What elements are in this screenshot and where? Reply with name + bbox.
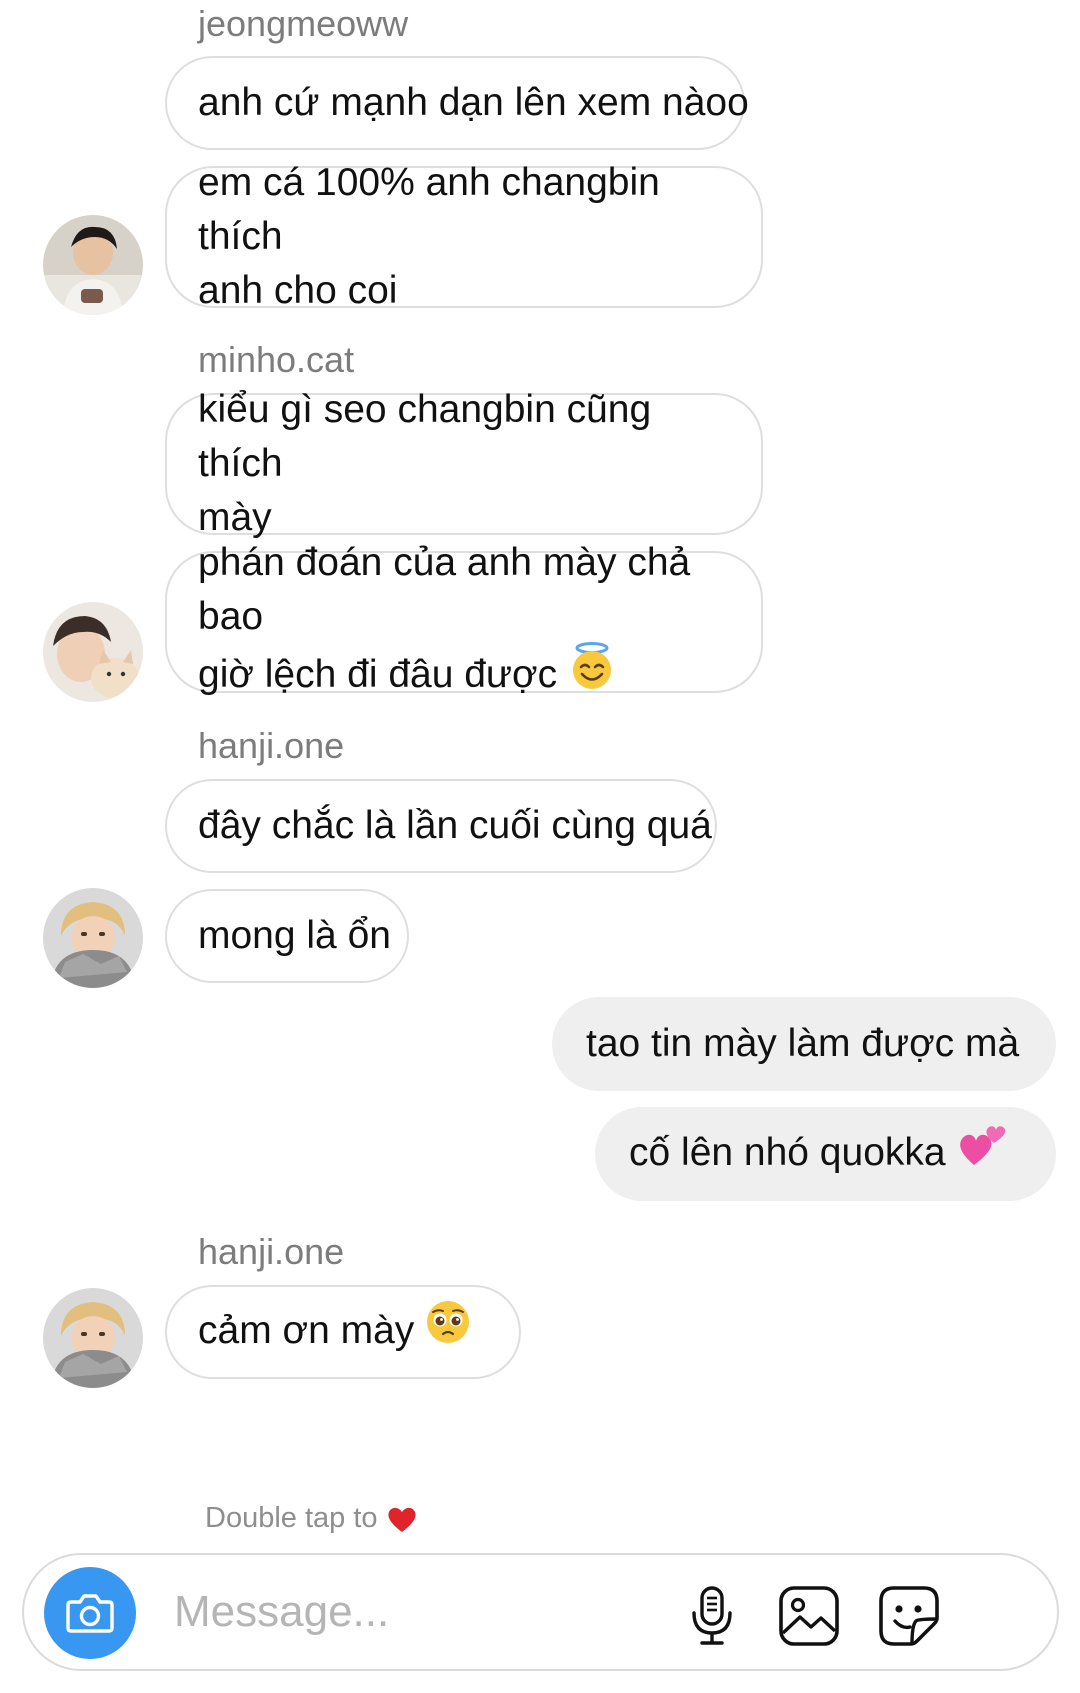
avatar[interactable]	[43, 215, 143, 315]
message-text: em cá 100% anh changbin thích anh cho co…	[198, 161, 660, 312]
message-bubble[interactable]: phán đoán của anh mày chả bao giờ lệch đ…	[165, 541, 763, 695]
sticker-icon	[879, 1586, 939, 1646]
message-bubble[interactable]: cảm ơn mày	[165, 1285, 521, 1379]
message-text: anh cứ mạnh dạn lên xem nàoo	[198, 81, 749, 124]
voice-message-button[interactable]	[679, 1583, 745, 1649]
red-heart-icon	[386, 1504, 418, 1534]
two-hearts-icon	[956, 1119, 1008, 1184]
pleading-face-icon	[424, 1298, 472, 1361]
double-tap-hint: Double tap to	[205, 1502, 418, 1535]
gallery-button[interactable]	[776, 1583, 842, 1649]
message-text: mong là ổn	[198, 914, 391, 957]
message-text: cố lên nhó quokka	[629, 1122, 1008, 1187]
message-bubble[interactable]: anh cứ mạnh dạn lên xem nàoo	[165, 56, 749, 150]
message-bubble-outgoing[interactable]: tao tin mày làm được mà	[552, 997, 1056, 1091]
message-input[interactable]	[174, 1581, 694, 1643]
camera-button[interactable]	[44, 1567, 136, 1659]
microphone-icon	[692, 1586, 732, 1645]
sender-username: jeongmeoww	[198, 3, 409, 44]
message-text: cảm ơn mày	[198, 1298, 472, 1364]
camera-icon	[66, 1594, 114, 1633]
message-bubble-outgoing[interactable]: cố lên nhó quokka	[595, 1107, 1056, 1201]
image-icon	[779, 1586, 839, 1646]
sender-username: hanji.one	[198, 725, 345, 766]
message-text: kiểu gì seo changbin cũng thích mày	[198, 388, 652, 539]
sticker-button[interactable]	[876, 1583, 942, 1649]
message-text: đây chắc là lần cuối cùng quá	[198, 804, 712, 847]
avatar[interactable]	[43, 888, 143, 988]
double-tap-hint-text: Double tap to	[205, 1502, 378, 1534]
avatar[interactable]	[43, 1288, 143, 1388]
message-bubble[interactable]: đây chắc là lần cuối cùng quá	[165, 779, 717, 873]
avatar[interactable]	[43, 602, 143, 702]
message-text-content: cố lên nhó quokka	[629, 1130, 946, 1174]
smiling-face-with-halo-icon	[567, 641, 617, 706]
message-text: tao tin mày làm được mà	[586, 1022, 1020, 1065]
message-composer	[22, 1553, 1059, 1671]
sender-username: hanji.one	[198, 1231, 345, 1272]
message-bubble[interactable]: mong là ổn	[165, 889, 409, 983]
message-bubble[interactable]: kiểu gì seo changbin cũng thích mày	[165, 388, 763, 539]
message-text-content: cảm ơn mày	[198, 1308, 415, 1352]
message-text: phán đoán của anh mày chả bao giờ lệch đ…	[198, 536, 731, 709]
message-bubble[interactable]: em cá 100% anh changbin thích anh cho co…	[165, 161, 763, 312]
sender-username: minho.cat	[198, 339, 355, 380]
